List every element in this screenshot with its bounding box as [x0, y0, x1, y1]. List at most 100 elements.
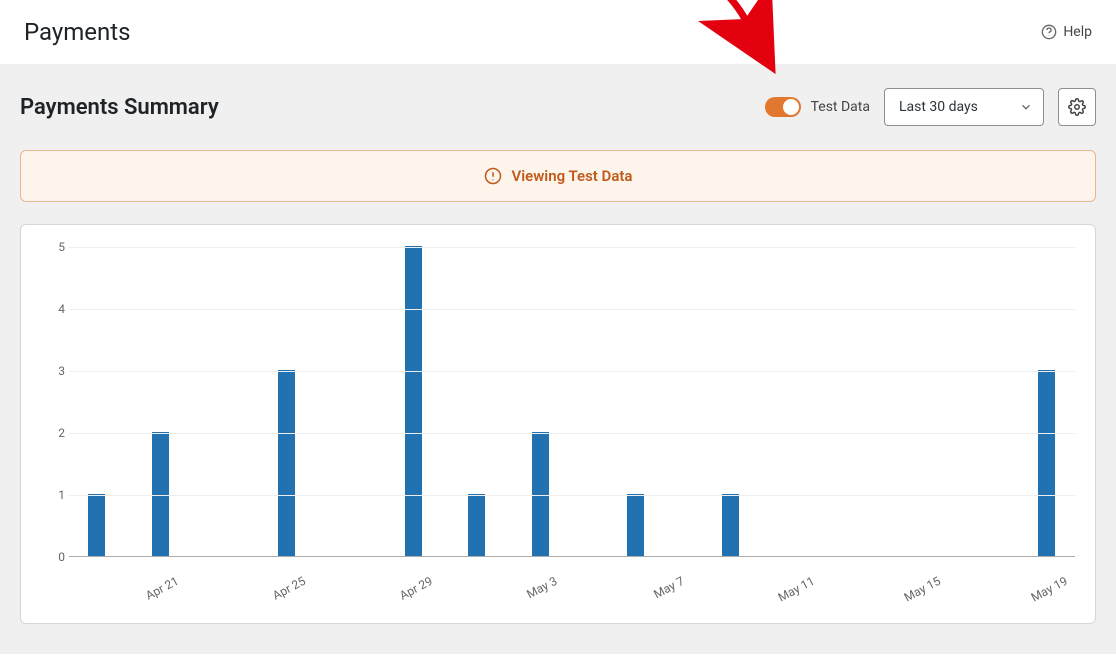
- top-bar: Payments Help: [0, 0, 1116, 64]
- x-slot: May 7: [651, 565, 683, 605]
- bar-slot: [999, 247, 1031, 556]
- bar-slot: [556, 247, 588, 556]
- x-tick-label: May 19: [1029, 574, 1070, 605]
- x-slot: [176, 565, 208, 605]
- chart-bar[interactable]: [152, 432, 169, 556]
- chart-bars: [69, 247, 1075, 556]
- help-button[interactable]: Help: [1041, 24, 1092, 40]
- chart-bar[interactable]: [468, 494, 485, 556]
- x-slot: [366, 565, 398, 605]
- chart-plot: [69, 247, 1075, 557]
- bar-slot: [81, 247, 113, 556]
- bar-slot: [746, 247, 778, 556]
- x-slot: [873, 565, 905, 605]
- x-slot: [683, 565, 715, 605]
- test-data-toggle[interactable]: [765, 97, 801, 117]
- x-slot: [239, 565, 271, 605]
- x-slot: Apr 25: [271, 565, 303, 605]
- x-slot: [841, 565, 873, 605]
- y-tick: 0: [41, 550, 65, 564]
- help-icon: [1041, 24, 1057, 40]
- chart-bar[interactable]: [532, 432, 549, 556]
- x-slot: [208, 565, 240, 605]
- bar-slot: [144, 247, 176, 556]
- x-slot: [999, 565, 1031, 605]
- x-slot: [81, 565, 113, 605]
- bar-slot: [334, 247, 366, 556]
- chart-bar[interactable]: [1038, 370, 1055, 556]
- chart-bar[interactable]: [722, 494, 739, 556]
- bar-slot: [873, 247, 905, 556]
- gridline: [69, 433, 1075, 434]
- bar-slot: [714, 247, 746, 556]
- gear-icon: [1068, 98, 1086, 116]
- y-tick: 2: [41, 426, 65, 440]
- bar-slot: [588, 247, 620, 556]
- y-tick: 3: [41, 364, 65, 378]
- bar-slot: [113, 247, 145, 556]
- date-range-select[interactable]: Last 30 days: [884, 88, 1044, 126]
- x-tick-label: May 7: [651, 574, 686, 602]
- y-tick: 1: [41, 488, 65, 502]
- x-slot: May 15: [904, 565, 936, 605]
- bar-slot: [271, 247, 303, 556]
- bar-slot: [398, 247, 430, 556]
- bar-slot: [968, 247, 1000, 556]
- bar-slot: [493, 247, 525, 556]
- bar-slot: [429, 247, 461, 556]
- x-slot: [113, 565, 145, 605]
- x-tick-label: May 3: [525, 574, 560, 602]
- page-title: Payments: [24, 18, 131, 46]
- chart-bar[interactable]: [405, 246, 422, 556]
- x-slot: [968, 565, 1000, 605]
- bar-slot: [778, 247, 810, 556]
- toggle-knob: [783, 99, 799, 115]
- bar-slot: [239, 247, 271, 556]
- chart-bar[interactable]: [278, 370, 295, 556]
- bar-slot: [841, 247, 873, 556]
- bar-slot: [683, 247, 715, 556]
- bar-slot: [651, 247, 683, 556]
- gridline: [69, 247, 1075, 248]
- bar-slot: [208, 247, 240, 556]
- chart-bar[interactable]: [627, 494, 644, 556]
- y-tick: 5: [41, 240, 65, 254]
- chart-bar[interactable]: [88, 494, 105, 556]
- gridline: [69, 371, 1075, 372]
- bar-slot: [461, 247, 493, 556]
- y-axis: 012345: [41, 247, 65, 577]
- bar-slot: [524, 247, 556, 556]
- bar-slot: [619, 247, 651, 556]
- bar-slot: [366, 247, 398, 556]
- chevron-down-icon: [1019, 100, 1033, 114]
- chart-area: 012345 Apr 21Apr 25Apr 29May 3May 7May 1…: [69, 247, 1075, 577]
- settings-button[interactable]: [1058, 88, 1096, 126]
- x-slot: [556, 565, 588, 605]
- x-axis: Apr 21Apr 25Apr 29May 3May 7May 11May 15…: [69, 565, 1075, 605]
- y-tick: 4: [41, 302, 65, 316]
- x-slot: [936, 565, 968, 605]
- x-slot: [746, 565, 778, 605]
- x-slot: [429, 565, 461, 605]
- test-data-alert: Viewing Test Data: [20, 150, 1096, 202]
- gridline: [69, 309, 1075, 310]
- panel-controls: Test Data Last 30 days: [765, 88, 1096, 126]
- summary-panel: Payments Summary Test Data Last 30 days: [0, 64, 1116, 654]
- x-slot: [461, 565, 493, 605]
- x-slot: May 3: [524, 565, 556, 605]
- x-slot: [714, 565, 746, 605]
- x-slot: [303, 565, 335, 605]
- chart-card: 012345 Apr 21Apr 25Apr 29May 3May 7May 1…: [20, 224, 1096, 624]
- bar-slot: [809, 247, 841, 556]
- test-data-toggle-wrap: Test Data: [765, 97, 870, 117]
- x-slot: [619, 565, 651, 605]
- panel-title: Payments Summary: [20, 95, 219, 120]
- bar-slot: [176, 247, 208, 556]
- help-label: Help: [1063, 24, 1092, 40]
- x-slot: [588, 565, 620, 605]
- bar-slot: [936, 247, 968, 556]
- bar-slot: [904, 247, 936, 556]
- test-data-toggle-label: Test Data: [811, 99, 870, 115]
- alert-icon: [484, 167, 502, 185]
- x-slot: Apr 21: [144, 565, 176, 605]
